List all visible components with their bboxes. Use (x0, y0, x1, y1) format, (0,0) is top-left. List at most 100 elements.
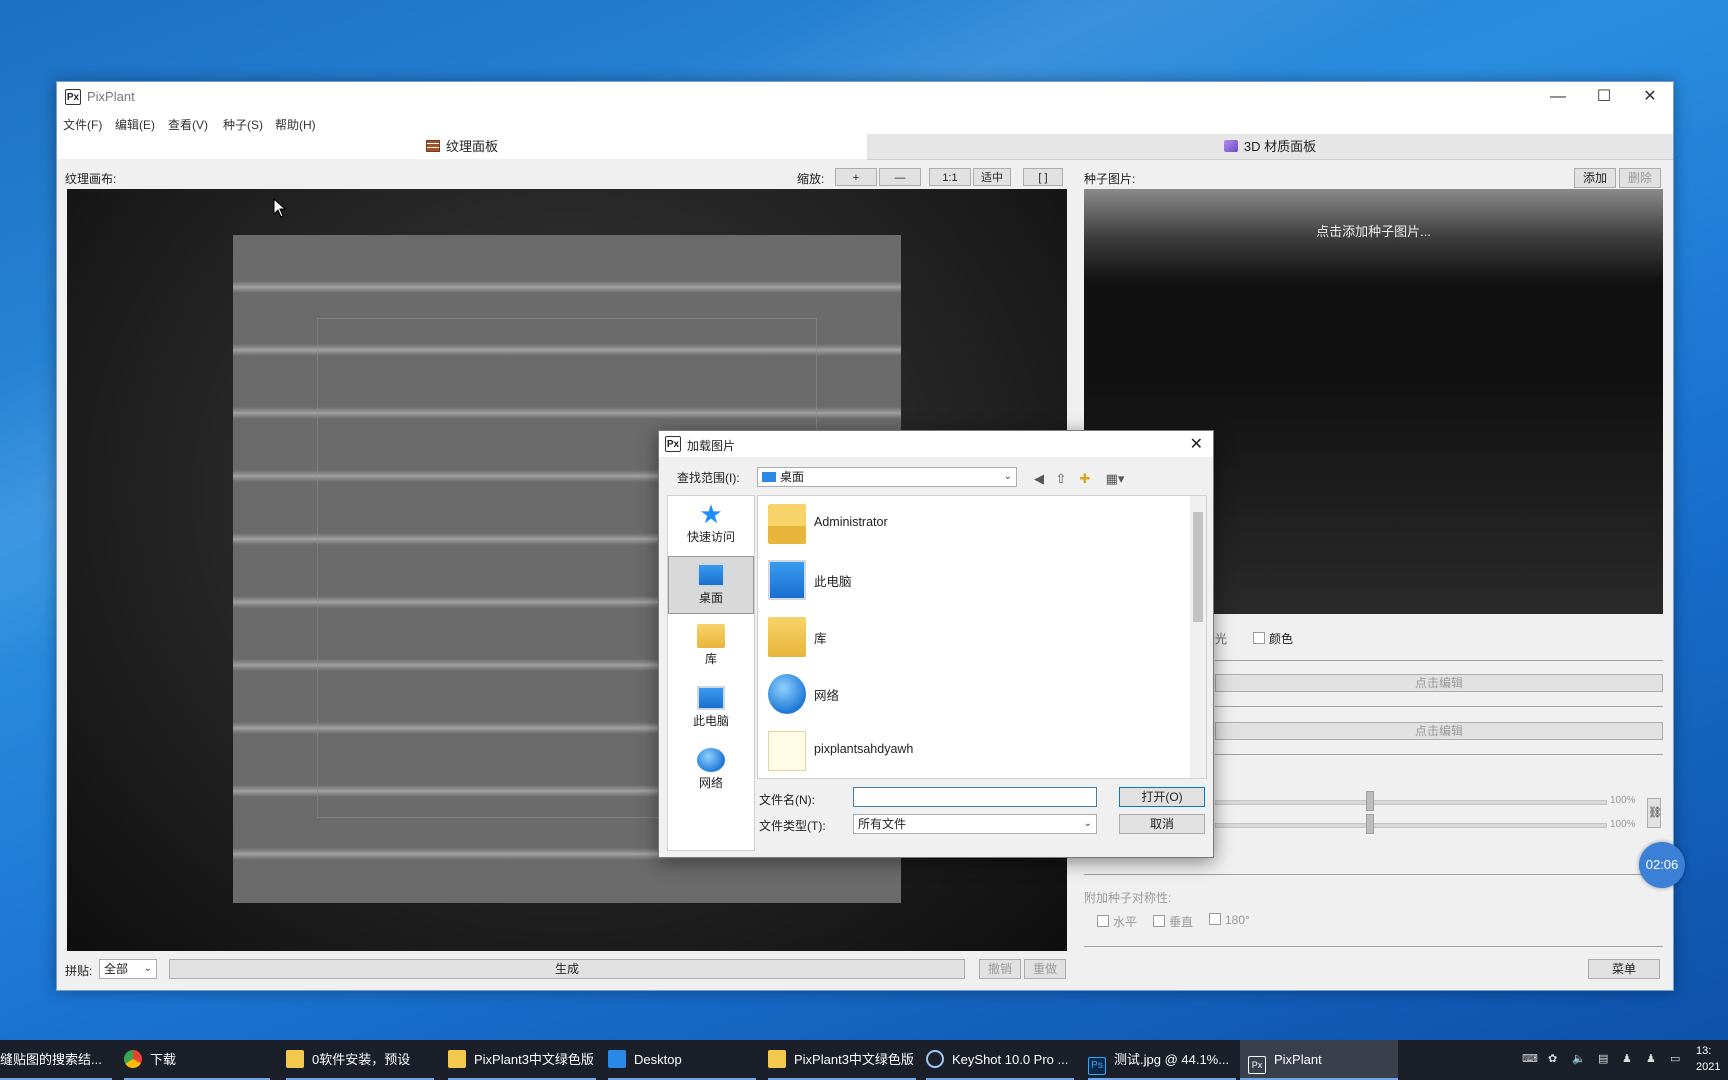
place-network[interactable]: 网络 (668, 742, 754, 800)
place-this-pc[interactable]: 此电脑 (668, 680, 754, 738)
generate-button[interactable]: 生成 (169, 959, 965, 979)
volume-icon[interactable]: 🔈 (1572, 1052, 1586, 1065)
title-bar[interactable]: Px PixPlant — ☐ ✕ (57, 82, 1673, 112)
menu-seed[interactable]: 种子(S) (223, 116, 263, 133)
scroll-thumb[interactable] (1193, 512, 1203, 622)
zoom-in-button[interactable]: + (835, 168, 877, 186)
file-list[interactable]: Administrator 此电脑 库 网络 pixplantsahdyawh (757, 495, 1207, 779)
slider-2-track[interactable] (1215, 823, 1607, 828)
computer-icon (768, 560, 806, 600)
timer-badge[interactable]: 02:06 (1639, 842, 1685, 888)
view-menu-icon[interactable]: ▦▾ (1101, 471, 1129, 487)
menu-file[interactable]: 文件(F) (63, 116, 102, 133)
add-seed-button[interactable]: 添加 (1574, 168, 1616, 188)
slider-1-thumb[interactable] (1366, 791, 1374, 811)
symmetry-180-checkbox[interactable]: 180° (1209, 913, 1250, 927)
dialog-close-button[interactable]: ✕ (1190, 434, 1203, 454)
symmetry-vertical-box (1153, 915, 1165, 927)
symmetry-180-box (1209, 913, 1221, 925)
undo-button[interactable]: 撤销 (979, 959, 1021, 979)
symmetry-vertical-checkbox[interactable]: 垂直 (1153, 913, 1193, 930)
lookin-select[interactable]: 桌面 ⌄ (757, 467, 1017, 487)
close-window-button[interactable]: ✕ (1627, 82, 1673, 112)
taskbar-item-label: PixPlant3中文绿色版 (474, 1052, 594, 1067)
taskbar-item-label: PixPlant (1274, 1052, 1322, 1067)
back-icon[interactable]: ◀ (1031, 471, 1047, 487)
place-quick-access[interactable]: ★ 快速访问 (668, 496, 754, 554)
brick-texture-icon (425, 140, 440, 152)
maximize-button[interactable]: ☐ (1581, 82, 1627, 112)
clock-time: 13: (1696, 1045, 1712, 1057)
folder-icon (768, 1050, 786, 1068)
open-button[interactable]: 打开(O) (1119, 787, 1205, 807)
list-item[interactable]: pixplantsahdyawh (768, 725, 1168, 777)
zoom-1to1-button[interactable]: 1:1 (929, 168, 971, 186)
filename-input[interactable] (853, 787, 1097, 807)
file-name: Administrator (814, 515, 888, 529)
taskbar-item-photoshop[interactable]: Ps 测试.jpg @ 44.1%... (1088, 1040, 1236, 1080)
taskbar-item-download[interactable]: 下载 (124, 1040, 270, 1080)
symmetry-180-label: 180° (1225, 913, 1250, 927)
color-checkbox-box (1253, 632, 1265, 644)
cancel-button[interactable]: 取消 (1119, 814, 1205, 834)
list-item[interactable]: 库 (768, 611, 1168, 663)
star-icon: ★ (699, 499, 723, 529)
tray-app-icon[interactable]: ✿ (1548, 1052, 1557, 1065)
taskbar-item-keyshot[interactable]: KeyShot 10.0 Pro ... (926, 1040, 1074, 1080)
taskbar-item-desktop[interactable]: Desktop (608, 1040, 756, 1080)
symmetry-label: 附加种子对称性: (1084, 891, 1172, 905)
taskbar: 缝贴图的搜索结... 下载 0软件安装，预设 PixPlant3中文绿色版 De… (0, 1040, 1728, 1080)
tab-texture-panel[interactable]: 纹理面板 (57, 134, 868, 159)
color-checkbox[interactable]: 颜色 (1253, 630, 1293, 647)
folder-icon (768, 731, 806, 771)
places-bar: ★ 快速访问 桌面 库 此电脑 网络 (667, 495, 755, 851)
menu-button[interactable]: 菜单 (1588, 959, 1660, 979)
network-globe-icon (697, 748, 725, 772)
qq-icon[interactable]: ♟ (1622, 1052, 1632, 1065)
qq-icon-2[interactable]: ♟ (1646, 1052, 1656, 1065)
edit-button-1[interactable]: 点击编辑 (1215, 674, 1663, 692)
list-item[interactable]: 此电脑 (768, 554, 1168, 606)
dialog-title-bar[interactable]: Px 加载图片 ✕ (659, 431, 1213, 457)
taskbar-item[interactable]: 缝贴图的搜索结... (0, 1040, 112, 1080)
file-list-scrollbar[interactable] (1190, 496, 1206, 778)
place-desktop[interactable]: 桌面 (668, 556, 754, 614)
tab-3d-material-panel[interactable]: 3D 材质面板 (867, 134, 1673, 160)
taskbar-item-label: 0软件安装，预设 (312, 1052, 411, 1067)
zoom-fit-button[interactable]: 适中 (973, 168, 1011, 186)
menu-edit[interactable]: 编辑(E) (115, 116, 155, 133)
place-library[interactable]: 库 (668, 618, 754, 676)
minimize-button[interactable]: — (1535, 82, 1581, 112)
tile-select[interactable]: 全部 ⌄ (99, 959, 157, 979)
network-icon[interactable]: ▭ (1670, 1052, 1680, 1065)
taskbar-item-pixplant[interactable]: Px PixPlant (1240, 1040, 1398, 1080)
list-item[interactable]: 网络 (768, 668, 1168, 720)
symmetry-horizontal-checkbox[interactable]: 水平 (1097, 913, 1137, 930)
up-folder-icon[interactable]: ⇧ (1053, 471, 1069, 487)
taskbar-item-folder-pixplant[interactable]: PixPlant3中文绿色版 (448, 1040, 596, 1080)
taskbar-item-folder-pixplant-2[interactable]: PixPlant3中文绿色版 (768, 1040, 916, 1080)
filetype-select[interactable]: 所有文件 ⌄ (853, 814, 1097, 834)
link-sliders-button[interactable]: ⛓ (1647, 798, 1662, 828)
new-folder-icon[interactable]: ✚ (1077, 471, 1093, 487)
taskbar-item-folder-software[interactable]: 0软件安装，预设 (286, 1040, 434, 1080)
file-tray-icon[interactable]: ▤ (1598, 1052, 1608, 1065)
place-label: 网络 (698, 776, 723, 790)
delete-seed-button[interactable]: 删除 (1619, 168, 1661, 188)
cube-icon (1223, 140, 1238, 152)
menu-view[interactable]: 查看(V) (168, 116, 208, 133)
keyboard-icon[interactable]: ⌨ (1522, 1052, 1538, 1065)
redo-button[interactable]: 重做 (1024, 959, 1066, 979)
seed-image-label: 种子图片: (1084, 172, 1136, 186)
menu-help[interactable]: 帮助(H) (275, 116, 316, 133)
zoom-out-button[interactable]: — (879, 168, 921, 186)
slider-2-thumb[interactable] (1366, 814, 1374, 834)
mouse-cursor-icon (273, 198, 287, 218)
file-name: pixplantsahdyawh (814, 742, 914, 756)
clock[interactable]: 13: 2021 (1696, 1043, 1720, 1075)
list-item[interactable]: Administrator (768, 498, 1168, 550)
place-label: 库 (704, 652, 717, 666)
slider-1-track[interactable] (1215, 800, 1607, 805)
edit-button-2[interactable]: 点击编辑 (1215, 722, 1663, 740)
zoom-frame-button[interactable]: [ ] (1023, 168, 1063, 186)
